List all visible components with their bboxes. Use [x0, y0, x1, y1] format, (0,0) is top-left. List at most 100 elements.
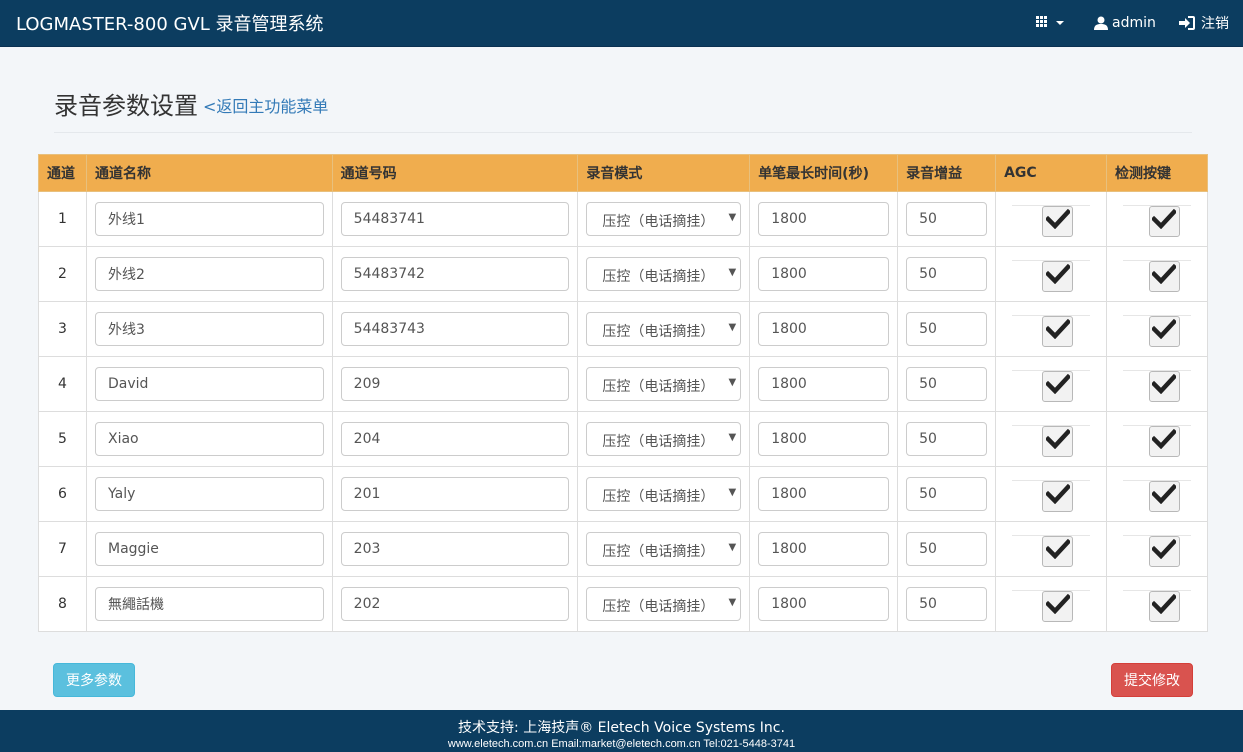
- checkmark-icon: [1044, 428, 1071, 453]
- max-time-input[interactable]: [758, 202, 890, 236]
- detect-key-checkbox[interactable]: [1148, 480, 1180, 512]
- record-mode-select[interactable]: 压控（电话摘挂） ▼: [586, 257, 742, 291]
- user-name: admin: [1112, 15, 1156, 31]
- footer: 技术支持: 上海技声® Eletech Voice Systems Inc. w…: [0, 710, 1243, 752]
- col-header-name: 通道名称: [85, 154, 333, 192]
- agc-checkbox[interactable]: [1042, 315, 1074, 347]
- detect-key-checkbox[interactable]: [1148, 535, 1180, 567]
- max-time-input[interactable]: [758, 257, 890, 291]
- checkmark-icon: [1044, 318, 1071, 343]
- channel-number: 4: [38, 356, 87, 412]
- record-mode-value: 压控（电话摘挂）: [602, 269, 715, 285]
- gain-input[interactable]: [906, 422, 988, 456]
- grid-icon: [1036, 16, 1048, 28]
- logout-link[interactable]: 注销: [1179, 12, 1229, 34]
- caret-down-icon: ▼: [728, 432, 737, 443]
- col-header-gain: 录音增益: [897, 154, 997, 192]
- record-mode-value: 压控（电话摘挂）: [602, 379, 715, 395]
- col-header-mode: 录音模式: [577, 154, 751, 192]
- agc-checkbox[interactable]: [1042, 370, 1074, 402]
- record-mode-select[interactable]: 压控（电话摘挂） ▼: [586, 587, 742, 621]
- max-time-input[interactable]: [758, 587, 890, 621]
- channel-name-input[interactable]: [94, 477, 324, 511]
- record-mode-value: 压控（电话摘挂）: [602, 434, 715, 450]
- channel-name-input[interactable]: [94, 367, 324, 401]
- channel-name-input[interactable]: [94, 422, 324, 456]
- max-time-input[interactable]: [758, 422, 890, 456]
- channel-number: 3: [38, 301, 87, 357]
- col-header-channel: 通道: [38, 154, 87, 192]
- record-mode-select[interactable]: 压控（电话摘挂） ▼: [586, 532, 742, 566]
- agc-checkbox[interactable]: [1042, 480, 1074, 512]
- col-header-agc: AGC: [995, 154, 1107, 192]
- channel-number-input[interactable]: [340, 257, 570, 291]
- detect-key-checkbox[interactable]: [1148, 205, 1180, 237]
- channel-number: 6: [38, 466, 87, 522]
- channel-number-input[interactable]: [340, 367, 570, 401]
- record-mode-select[interactable]: 压控（电话摘挂） ▼: [586, 202, 742, 236]
- detect-key-checkbox[interactable]: [1148, 425, 1180, 457]
- checkmark-icon: [1151, 263, 1178, 288]
- agc-checkbox[interactable]: [1042, 425, 1074, 457]
- caret-down-icon: ▼: [728, 322, 737, 333]
- max-time-input[interactable]: [758, 312, 890, 346]
- channel-number-input[interactable]: [340, 202, 570, 236]
- record-mode-value: 压控（电话摘挂）: [602, 489, 715, 505]
- channel-number-input[interactable]: [340, 312, 570, 346]
- table-row: 7 压控（电话摘挂） ▼: [38, 521, 1209, 577]
- back-to-main-menu-link[interactable]: <返回主功能菜单: [203, 93, 328, 117]
- channel-name-input[interactable]: [94, 257, 324, 291]
- record-mode-select[interactable]: 压控（电话摘挂） ▼: [586, 312, 742, 346]
- checkmark-icon: [1151, 318, 1178, 343]
- user-menu[interactable]: admin: [1094, 12, 1156, 34]
- record-mode-select[interactable]: 压控（电话摘挂） ▼: [586, 422, 742, 456]
- col-header-detect-key: 检测按键: [1105, 154, 1209, 192]
- detect-key-checkbox[interactable]: [1148, 315, 1180, 347]
- channel-number-input[interactable]: [340, 587, 570, 621]
- agc-checkbox[interactable]: [1042, 260, 1074, 292]
- channel-number: 1: [38, 191, 87, 247]
- gain-input[interactable]: [906, 367, 988, 401]
- col-header-max-time: 单笔最长时间(秒): [749, 154, 899, 192]
- caret-down-icon: ▼: [728, 597, 737, 608]
- gain-input[interactable]: [906, 312, 988, 346]
- max-time-input[interactable]: [758, 367, 890, 401]
- table-row: 8 压控（电话摘挂） ▼: [38, 576, 1209, 632]
- detect-key-checkbox[interactable]: [1148, 370, 1180, 402]
- more-params-button[interactable]: 更多参数: [53, 663, 135, 697]
- channel-name-input[interactable]: [94, 587, 324, 621]
- record-mode-select[interactable]: 压控（电话摘挂） ▼: [586, 367, 742, 401]
- gain-input[interactable]: [906, 477, 988, 511]
- channel-settings-table: 通道 通道名称 通道号码 录音模式 单笔最长时间(秒) 录音增益 AGC 检测按…: [38, 154, 1209, 632]
- record-mode-value: 压控（电话摘挂）: [602, 214, 715, 230]
- max-time-input[interactable]: [758, 477, 890, 511]
- agc-checkbox[interactable]: [1042, 205, 1074, 237]
- channel-number: 7: [38, 521, 87, 577]
- channel-name-input[interactable]: [94, 312, 324, 346]
- record-mode-select[interactable]: 压控（电话摘挂） ▼: [586, 477, 742, 511]
- checkmark-icon: [1044, 593, 1071, 618]
- checkmark-icon: [1151, 538, 1178, 563]
- channel-number-input[interactable]: [340, 477, 570, 511]
- apps-menu-toggle[interactable]: [1036, 13, 1064, 33]
- table-row: 6 压控（电话摘挂） ▼: [38, 466, 1209, 522]
- detect-key-checkbox[interactable]: [1148, 260, 1180, 292]
- title-divider: [54, 132, 1192, 133]
- gain-input[interactable]: [906, 532, 988, 566]
- agc-checkbox[interactable]: [1042, 590, 1074, 622]
- gain-input[interactable]: [906, 587, 988, 621]
- table-row: 5 压控（电话摘挂） ▼: [38, 411, 1209, 467]
- channel-number-input[interactable]: [340, 532, 570, 566]
- detect-key-checkbox[interactable]: [1148, 590, 1180, 622]
- gain-input[interactable]: [906, 257, 988, 291]
- channel-name-input[interactable]: [94, 532, 324, 566]
- channel-name-input[interactable]: [94, 202, 324, 236]
- max-time-input[interactable]: [758, 532, 890, 566]
- app-brand[interactable]: LOGMASTER-800 GVL 录音管理系统: [16, 10, 324, 36]
- channel-number-input[interactable]: [340, 422, 570, 456]
- submit-changes-button[interactable]: 提交修改: [1111, 663, 1193, 697]
- checkmark-icon: [1044, 373, 1071, 398]
- agc-checkbox[interactable]: [1042, 535, 1074, 567]
- caret-down-icon: ▼: [728, 542, 737, 553]
- gain-input[interactable]: [906, 202, 988, 236]
